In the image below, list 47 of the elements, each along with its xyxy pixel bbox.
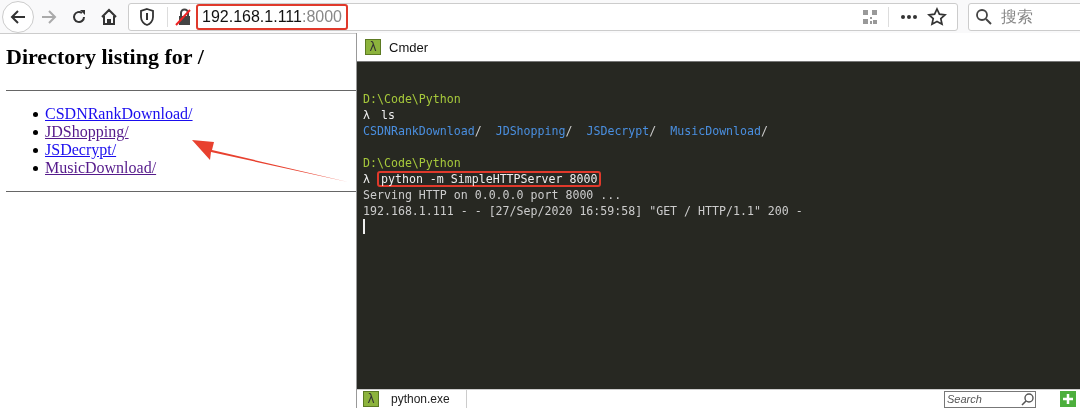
- reload-icon: [70, 7, 88, 26]
- window-title: Cmder: [389, 39, 428, 55]
- directory-link[interactable]: MusicDownload/: [45, 159, 157, 177]
- shield-icon: [139, 7, 155, 26]
- star-icon[interactable]: [927, 6, 947, 27]
- bullet-icon: [33, 165, 38, 171]
- bullet-icon: [33, 111, 38, 117]
- insecure-lock-icon: [174, 7, 192, 26]
- directory-link[interactable]: JDShopping/: [45, 123, 129, 141]
- qr-code-icon[interactable]: [862, 8, 878, 25]
- command-text: python -m SimpleHTTPServer 8000: [377, 171, 602, 187]
- search-field[interactable]: 搜索: [968, 2, 1080, 31]
- output-text: Serving HTTP on 0.0.0.0 port 8000 ...: [363, 187, 622, 203]
- back-button[interactable]: [2, 0, 34, 33]
- directory-link[interactable]: JSDecrypt/: [45, 141, 117, 159]
- text-cursor: [363, 219, 365, 234]
- prompt-symbol: λ: [363, 171, 370, 187]
- search-icon: [975, 7, 993, 26]
- slash-text: /: [649, 124, 657, 138]
- path-text: D:\Code\Python: [363, 91, 461, 107]
- command-text: ls: [380, 107, 396, 123]
- prompt-symbol: λ: [363, 107, 370, 123]
- search-input[interactable]: 搜索: [999, 6, 1063, 27]
- directory-link[interactable]: CSDNRankDownload/: [45, 105, 193, 123]
- directory-name: MusicDownload: [670, 124, 762, 138]
- lambda-icon: λ: [365, 39, 381, 55]
- directory-name: JDShopping: [495, 124, 566, 138]
- console-tab[interactable]: λ python.exe: [357, 390, 467, 408]
- slash-text: /: [761, 124, 768, 138]
- directory-name: JSDecrypt: [586, 124, 650, 138]
- bullet-icon: [33, 129, 38, 135]
- directory-name: CSDNRankDownload: [363, 124, 475, 138]
- search-field[interactable]: Search: [944, 390, 1036, 408]
- page-heading: Directory listing for /: [6, 44, 204, 70]
- forward-arrow-icon: [40, 7, 58, 26]
- bullet-icon: [33, 147, 38, 153]
- output-text: 192.168.1.111 - - [27/Sep/2020 16:59:58] "GET / HTTP/1.1" 200 -: [363, 203, 803, 219]
- address-bar[interactable]: 192.168.1.111:8000: [128, 2, 958, 31]
- new-tab-plus-icon[interactable]: [1060, 391, 1076, 407]
- search-icon: [1021, 392, 1035, 406]
- home-icon: [100, 7, 118, 26]
- slash-text: /: [474, 124, 482, 138]
- lambda-icon: λ: [363, 391, 379, 407]
- url-text[interactable]: 192.168.1.111:8000: [196, 3, 348, 30]
- path-text: D:\Code\Python: [363, 155, 461, 171]
- slash-text: /: [565, 124, 573, 138]
- back-arrow-icon: [9, 7, 27, 26]
